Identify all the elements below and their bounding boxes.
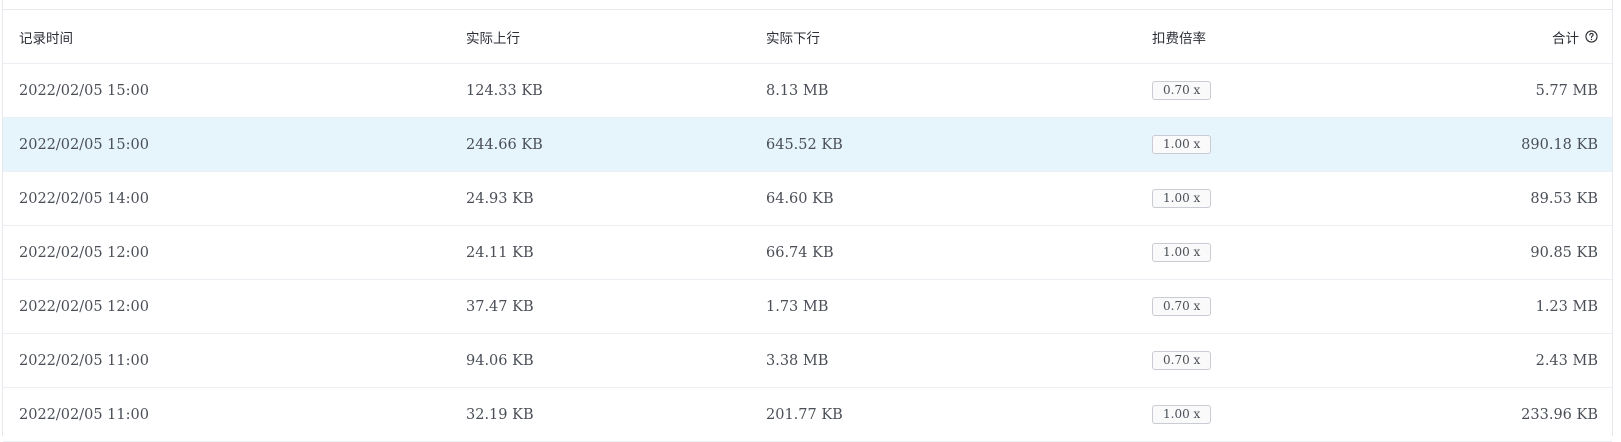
cell-time: 2022/02/05 11:00 [19,352,149,369]
cell-download: 645.52 KB [766,136,843,153]
table-row[interactable]: 2022/02/05 11:00 32.19 KB 201.77 KB 1.00… [3,388,1612,442]
cell-total: 90.85 KB [1530,244,1598,261]
table-row[interactable]: 2022/02/05 15:00 244.66 KB 645.52 KB 1.0… [3,118,1612,172]
rate-tag: 1.00 x [1152,405,1212,424]
cell-upload: 37.47 KB [466,298,534,315]
cell-time: 2022/02/05 14:00 [19,190,149,207]
cell-time: 2022/02/05 12:00 [19,244,149,261]
cell-download: 3.38 MB [766,352,829,369]
cell-total: 890.18 KB [1521,136,1598,153]
cell-download: 66.74 KB [766,244,834,261]
cell-total: 89.53 KB [1530,190,1598,207]
table-row[interactable]: 2022/02/05 12:00 37.47 KB 1.73 MB 0.70 x… [3,280,1612,334]
table-row[interactable]: 2022/02/05 12:00 24.11 KB 66.74 KB 1.00 … [3,226,1612,280]
cell-upload: 94.06 KB [466,352,534,369]
rate-tag: 1.00 x [1152,135,1212,154]
table-body: 2022/02/05 15:00 124.33 KB 8.13 MB 0.70 … [3,64,1612,442]
cell-download: 64.60 KB [766,190,834,207]
rate-tag: 1.00 x [1152,243,1212,262]
cell-total: 5.77 MB [1535,82,1598,99]
cell-upload: 124.33 KB [466,82,543,99]
rate-tag: 0.70 x [1152,351,1212,370]
cell-rate: 1.00 x [1152,118,1212,171]
table-row[interactable]: 2022/02/05 14:00 24.93 KB 64.60 KB 1.00 … [3,172,1612,226]
cell-download: 8.13 MB [766,82,829,99]
cell-upload: 32.19 KB [466,406,534,423]
cell-upload: 24.93 KB [466,190,534,207]
table-row[interactable]: 2022/02/05 11:00 94.06 KB 3.38 MB 0.70 x… [3,334,1612,388]
cell-rate: 0.70 x [1152,334,1212,387]
cell-time: 2022/02/05 12:00 [19,298,149,315]
table-top-edge [3,0,1612,10]
cell-rate: 1.00 x [1152,226,1212,279]
cell-download: 1.73 MB [766,298,829,315]
cell-time: 2022/02/05 15:00 [19,82,149,99]
table-header: 记录时间 实际上行 实际下行 扣费倍率 合计 [3,10,1612,64]
cell-upload: 244.66 KB [466,136,543,153]
cell-total: 1.23 MB [1535,298,1598,315]
column-header-rate[interactable]: 扣费倍率 [1152,10,1206,63]
traffic-table: 记录时间 实际上行 实际下行 扣费倍率 合计 2022/02/05 15:00 … [2,0,1613,442]
rate-tag: 0.70 x [1152,81,1212,100]
cell-total: 2.43 MB [1535,352,1598,369]
cell-rate: 0.70 x [1152,280,1212,333]
cell-upload: 24.11 KB [466,244,534,261]
table-row[interactable]: 2022/02/05 15:00 124.33 KB 8.13 MB 0.70 … [3,64,1612,118]
column-header-upload[interactable]: 实际上行 [466,10,520,63]
question-circle-icon[interactable] [1584,30,1598,44]
rate-tag: 1.00 x [1152,189,1212,208]
cell-rate: 1.00 x [1152,388,1212,441]
cell-rate: 1.00 x [1152,172,1212,225]
column-header-time[interactable]: 记录时间 [19,10,73,63]
column-header-total[interactable]: 合计 [1552,10,1598,63]
cell-rate: 0.70 x [1152,64,1212,117]
rate-tag: 0.70 x [1152,297,1212,316]
cell-time: 2022/02/05 11:00 [19,406,149,423]
cell-time: 2022/02/05 15:00 [19,136,149,153]
cell-total: 233.96 KB [1521,406,1598,423]
cell-download: 201.77 KB [766,406,843,423]
column-header-total-label: 合计 [1552,30,1579,47]
column-header-download[interactable]: 实际下行 [766,10,820,63]
